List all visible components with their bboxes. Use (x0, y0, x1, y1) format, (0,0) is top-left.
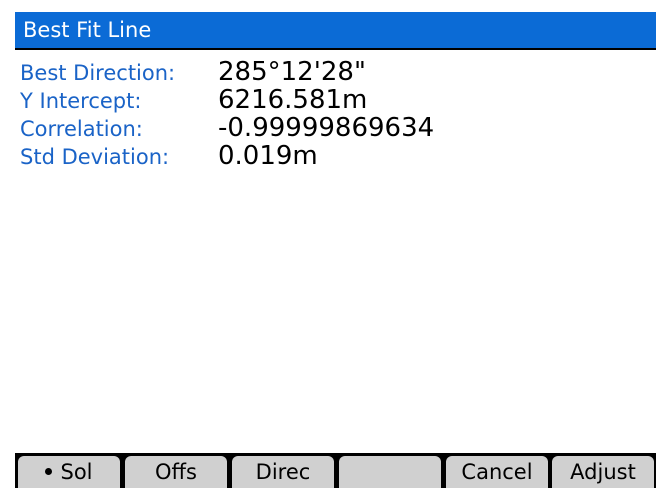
window-title: Best Fit Line (23, 18, 152, 42)
softkey-sol-label: Sol (60, 460, 93, 484)
y-intercept-label: Y Intercept: (20, 89, 142, 113)
best-direction-label: Best Direction: (20, 61, 176, 85)
softkey-adjust-label: Adjust (570, 460, 636, 484)
correlation-label: Correlation: (20, 117, 143, 141)
std-deviation-label: Std Deviation: (20, 145, 170, 169)
std-deviation-value: 0.019m (218, 141, 318, 171)
softkey-cancel[interactable]: Cancel (446, 456, 548, 488)
best-direction-value: 285°12'28" (218, 57, 366, 87)
softkey-sol[interactable]: Sol (18, 456, 120, 488)
title-bar: Best Fit Line (15, 12, 656, 50)
y-intercept-value: 6216.581m (218, 85, 368, 115)
softkey-offs-label: Offs (155, 460, 197, 484)
calculator-screen: Best Fit Line Best Direction: 285°12'28"… (0, 0, 661, 488)
selected-dot-icon (45, 467, 53, 475)
softkey-adjust[interactable]: Adjust (552, 456, 654, 488)
app-window: Best Fit Line Best Direction: 285°12'28"… (15, 12, 656, 488)
softkey-empty[interactable] (339, 456, 441, 488)
softkey-direc-label: Direc (255, 460, 311, 484)
softkey-direc[interactable]: Direc (232, 456, 334, 488)
softkey-offs[interactable]: Offs (125, 456, 227, 488)
softkey-bar: Sol Offs Direc Cancel Adjust (15, 453, 656, 488)
softkey-cancel-label: Cancel (461, 460, 533, 484)
correlation-value: -0.99999869634 (218, 113, 435, 143)
